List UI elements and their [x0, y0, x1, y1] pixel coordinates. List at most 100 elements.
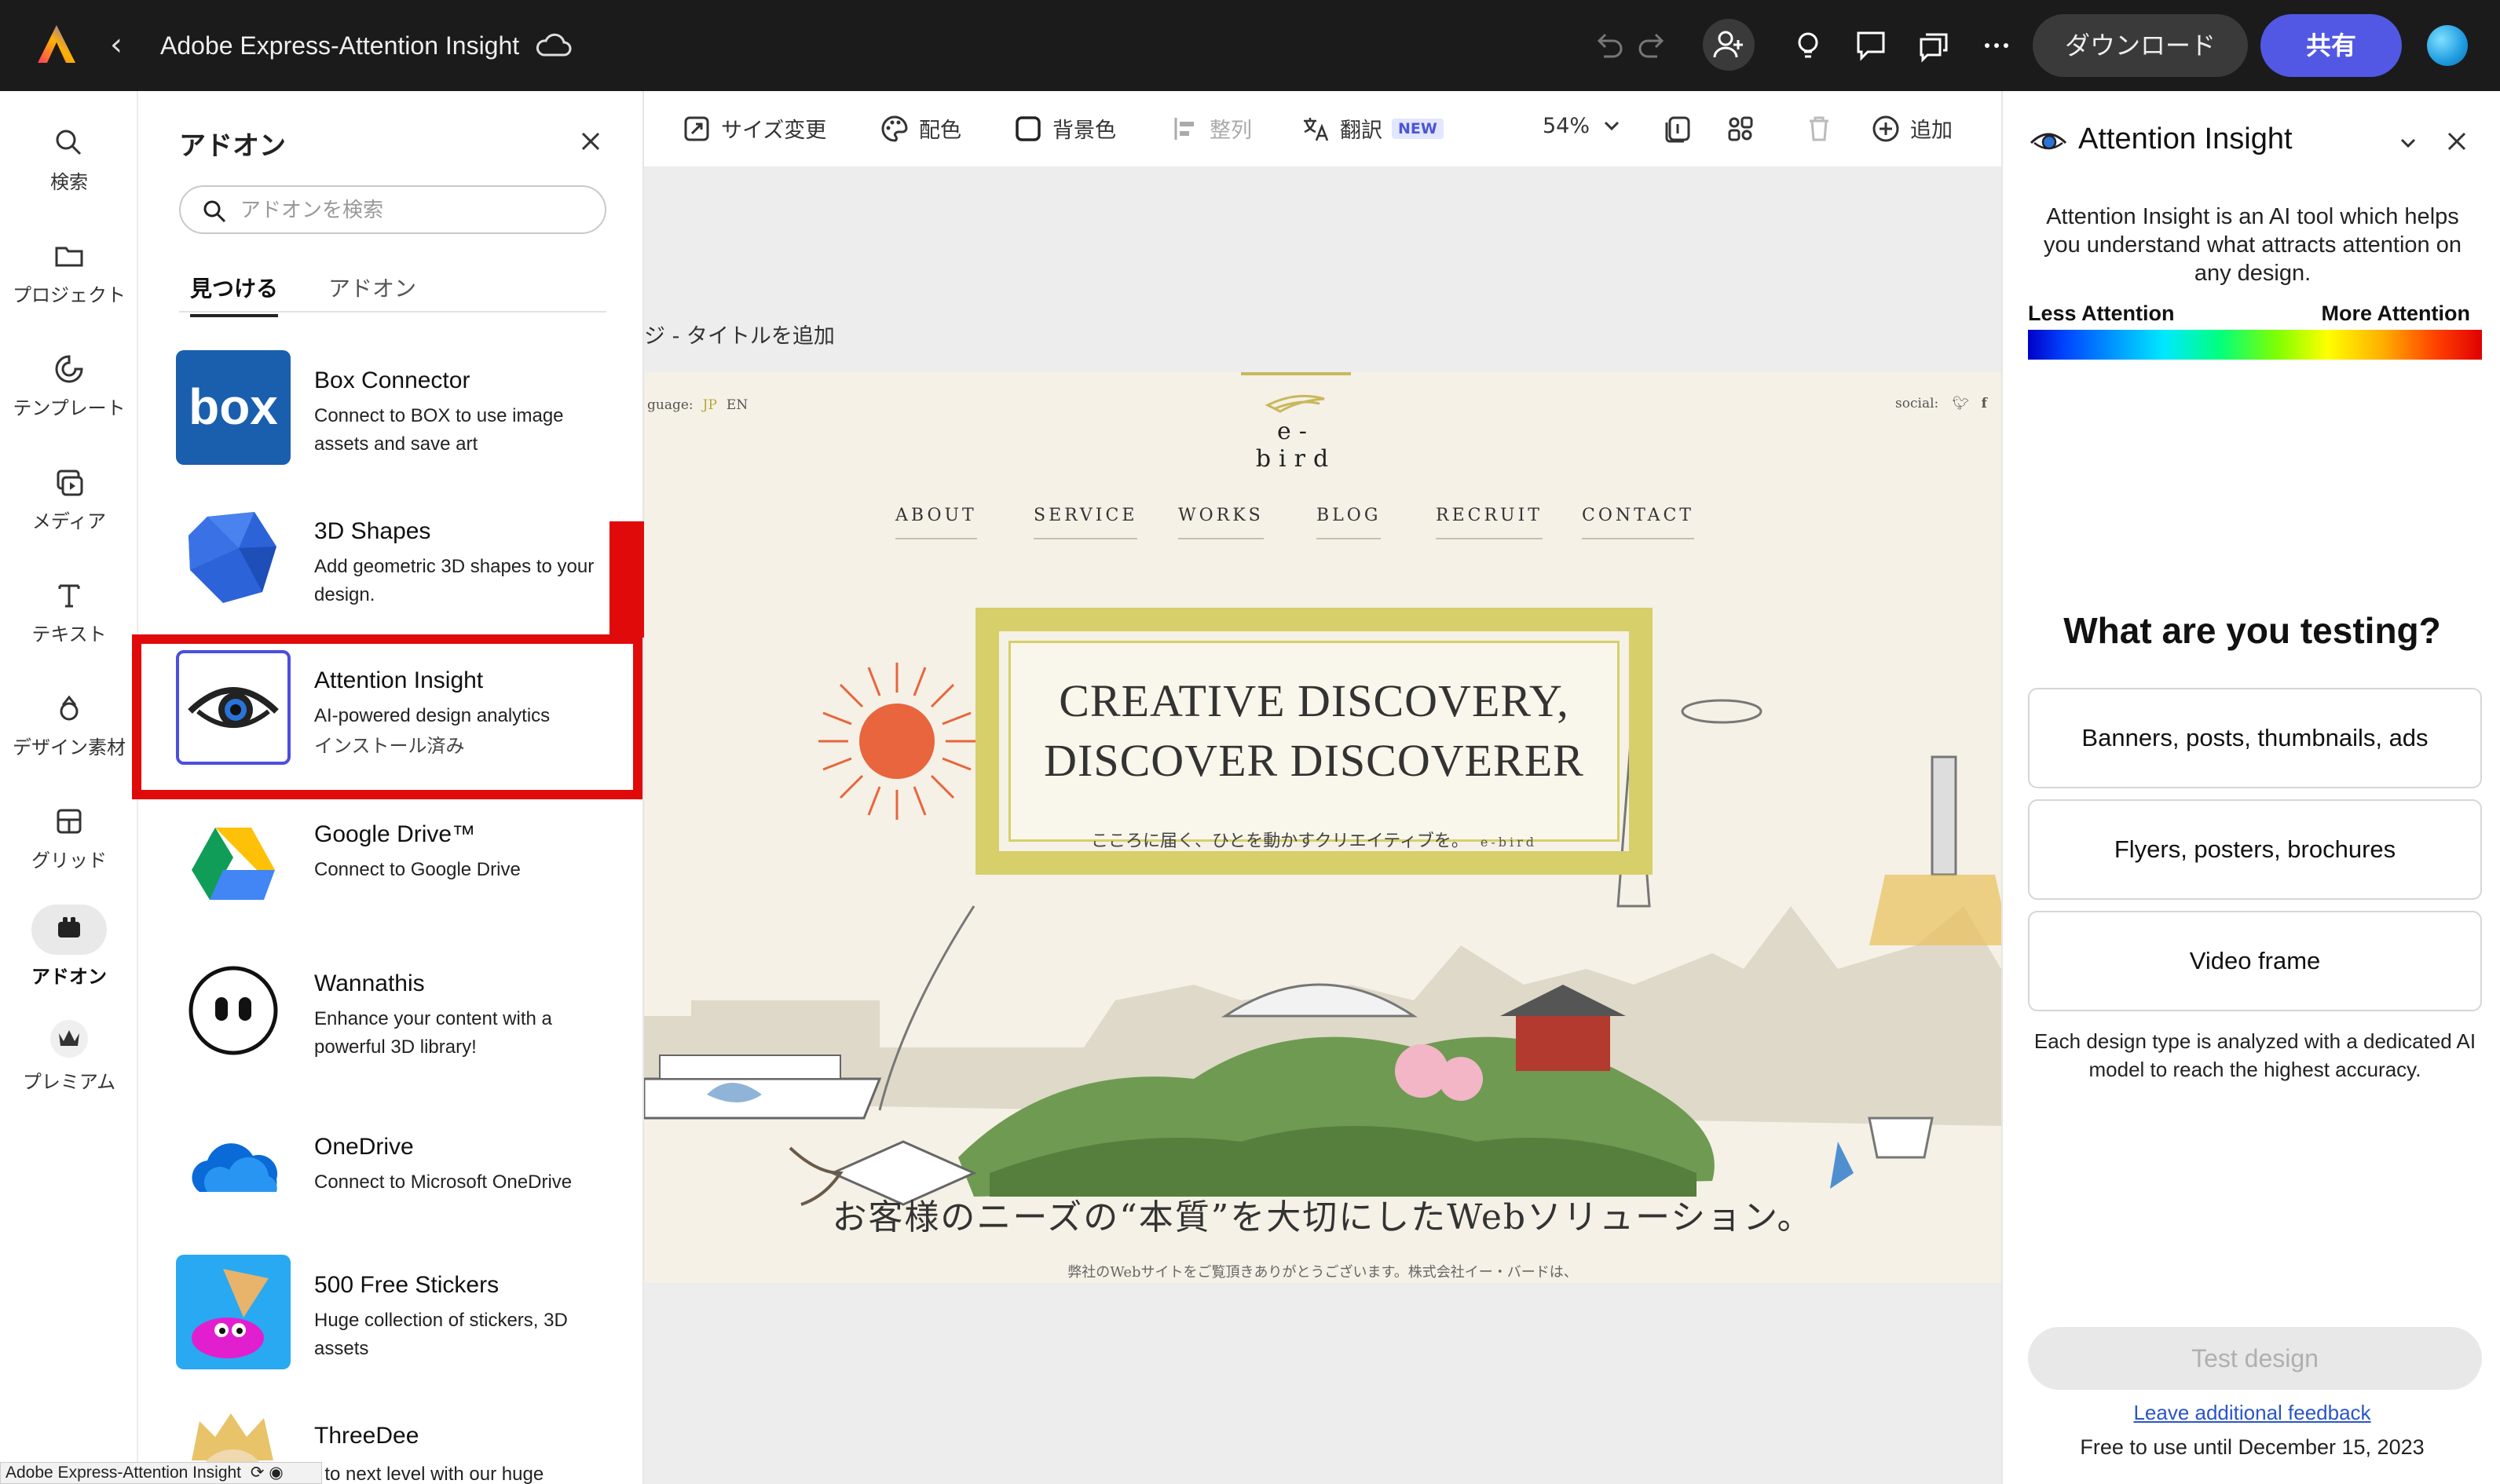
left-rail: 検索 プロジェクト テンプレート メディア テキスト デザイン素材 グリッド ア…	[0, 91, 138, 1484]
cloud-sync-icon[interactable]	[534, 30, 572, 58]
align-icon	[1174, 117, 1194, 140]
attention-insight-panel: Attention Insight Attention Insight is a…	[2001, 91, 2500, 1484]
page-title-label[interactable]: ジ - タイトルを追加	[644, 319, 835, 349]
facebook-icon[interactable]: f	[1982, 396, 1987, 411]
background-color-tool[interactable]: 背景色	[1013, 113, 1116, 144]
template-icon	[55, 355, 83, 383]
rail-item-text[interactable]: テキスト	[0, 578, 138, 646]
addon-description: t to next level with our huge	[314, 1464, 544, 1484]
shapes-icon	[60, 695, 79, 721]
panel-intro-text: Attention Insight is an AI tool which he…	[2043, 204, 2462, 286]
rail-item-design-assets[interactable]: デザイン素材	[0, 691, 138, 759]
nav-contact[interactable]: CONTACT	[1582, 506, 1694, 539]
lightbulb-icon[interactable]	[1789, 27, 1827, 64]
rail-item-search[interactable]: 検索	[0, 126, 138, 194]
resize-label: サイズ変更	[721, 119, 827, 143]
user-avatar[interactable]	[2427, 25, 2468, 66]
nav-blog[interactable]: BLOG	[1316, 506, 1382, 539]
site-tagline: お客様のニーズの“本質”を大切にしたWebソリューション。	[832, 1197, 1814, 1237]
resize-icon	[684, 116, 709, 141]
adobe-express-logo-icon[interactable]	[35, 22, 79, 66]
close-icon[interactable]	[2443, 127, 2471, 155]
choice-flyers[interactable]: Flyers, posters, brochures	[2028, 799, 2482, 900]
trash-icon[interactable]	[1803, 113, 1835, 144]
feedback-link[interactable]: Leave additional feedback	[2003, 1401, 2500, 1425]
test-design-button[interactable]: Test design	[2028, 1327, 2482, 1390]
back-chevron-icon[interactable]: ‹	[110, 27, 123, 63]
canvas-toolbar: サイズ変更 配色 背景色 整列 翻訳 NEW 54% 追加	[644, 91, 2001, 166]
translate-tool[interactable]: 翻訳 NEW	[1301, 113, 1444, 144]
addon-description: Huge collection of stickers, 3D assets	[314, 1310, 568, 1359]
folder-icon	[55, 247, 83, 267]
layers-icon[interactable]	[1662, 113, 1693, 144]
translate-label: 翻訳	[1340, 119, 1382, 143]
rail-item-projects[interactable]: プロジェクト	[0, 239, 138, 307]
close-icon[interactable]	[575, 126, 606, 157]
rail-item-premium[interactable]: プレミアム	[0, 1018, 138, 1094]
twitter-icon[interactable]: 🐦︎	[1953, 396, 1970, 411]
nav-recruit[interactable]: RECRUIT	[1436, 506, 1543, 539]
document-title[interactable]: Adobe Express-Attention Insight	[160, 31, 519, 60]
hero-frame: CREATIVE DISCOVERY, DISCOVER DISCOVERER …	[975, 608, 1653, 875]
nav-service[interactable]: SERVICE	[1034, 506, 1138, 539]
wannathis-eyes-icon	[176, 953, 291, 1068]
choice-video-frame[interactable]: Video frame	[2028, 911, 2482, 1011]
nav-about[interactable]: ABOUT	[895, 506, 977, 539]
rail-item-addons[interactable]: アドオン	[0, 905, 138, 989]
media-icon	[57, 470, 83, 496]
rail-item-label: テキスト	[31, 623, 107, 645]
background-square-icon	[1016, 115, 1041, 141]
share-button[interactable]: 共有	[2260, 14, 2402, 77]
nav-works[interactable]: WORKS	[1178, 506, 1264, 539]
comment-icon[interactable]	[1852, 27, 1890, 64]
social-label: social:	[1895, 396, 1939, 411]
arrange-icon[interactable]	[1725, 113, 1756, 144]
addon-name: ThreeDee	[314, 1423, 419, 1449]
rail-item-grid[interactable]: グリッド	[0, 804, 138, 872]
addon-item-3d-shapes[interactable]: 3D Shapes Add geometric 3D shapes to you…	[176, 501, 616, 627]
rail-item-label: グリッド	[31, 850, 107, 872]
resize-tool[interactable]: サイズ変更	[682, 113, 826, 144]
rail-item-media[interactable]: メディア	[0, 465, 138, 533]
box-logo-icon: box	[176, 350, 291, 465]
site-intro-text: 弊社のWebサイトをご覧頂きありがとうございます。株式会社イー・バードは、	[1067, 1264, 1578, 1281]
addon-item-box-connector[interactable]: box Box Connector Connect to BOX to use …	[176, 350, 616, 476]
more-options-icon[interactable]	[1978, 27, 2015, 64]
add-label: 追加	[1910, 119, 1953, 143]
hero-inner: CREATIVE DISCOVERY, DISCOVER DISCOVERER …	[1008, 641, 1620, 851]
zoom-control[interactable]: 54%	[1543, 113, 1624, 138]
hero-logo-text: e-bird	[1480, 835, 1538, 850]
ebird-wing-icon	[1265, 394, 1325, 413]
window-status-bar: Adobe Express-Attention Insight ⟳ ◉	[0, 1462, 322, 1484]
tab-discover[interactable]: 見つける	[190, 272, 279, 317]
choice-banners[interactable]: Banners, posts, thumbnails, ads	[2028, 688, 2482, 788]
testing-question: What are you testing?	[2063, 610, 2441, 651]
rail-item-templates[interactable]: テンプレート	[0, 352, 138, 420]
palette-icon	[881, 115, 908, 142]
lang-en-link[interactable]: EN	[727, 397, 748, 413]
tutorial-highlight-frame	[132, 634, 642, 799]
color-theme-tool[interactable]: 配色	[880, 113, 961, 144]
addon-item-google-drive[interactable]: Google Drive™ Connect to Google Drive	[176, 804, 616, 930]
addon-item-onedrive[interactable]: OneDrive Connect to Microsoft OneDrive	[176, 1117, 616, 1242]
align-tool[interactable]: 整列	[1170, 113, 1252, 144]
invite-collaborator-button[interactable]	[1703, 19, 1755, 71]
design-page[interactable]: guage: JP EN social: 🐦︎ f e-bird ABOUT SER…	[644, 372, 2001, 1283]
chevron-down-icon[interactable]	[2396, 130, 2421, 155]
tab-installed-addons[interactable]: アドオン	[328, 272, 416, 314]
lang-jp-link[interactable]: JP	[703, 397, 717, 413]
addon-name: Box Connector	[314, 367, 470, 393]
addon-item-500-free-stickers[interactable]: 500 Free Stickers Huge collection of sti…	[176, 1255, 616, 1380]
redo-icon[interactable]	[1634, 27, 1671, 64]
addon-search-input[interactable]	[240, 195, 586, 226]
undo-icon[interactable]	[1590, 27, 1627, 64]
addon-tabs: 見つける アドオン	[179, 265, 606, 317]
download-button[interactable]: ダウンロード	[2033, 14, 2248, 77]
hero-headline-2: DISCOVER DISCOVERER	[1044, 735, 1584, 786]
add-tool[interactable]: 追加	[1871, 113, 1953, 144]
present-share-icon[interactable]	[1915, 27, 1953, 64]
text-icon	[58, 584, 80, 608]
search-icon	[203, 200, 226, 223]
addon-name: Wannathis	[314, 970, 425, 996]
addon-item-wannathis[interactable]: Wannathis Enhance your content with a po…	[176, 953, 616, 1079]
